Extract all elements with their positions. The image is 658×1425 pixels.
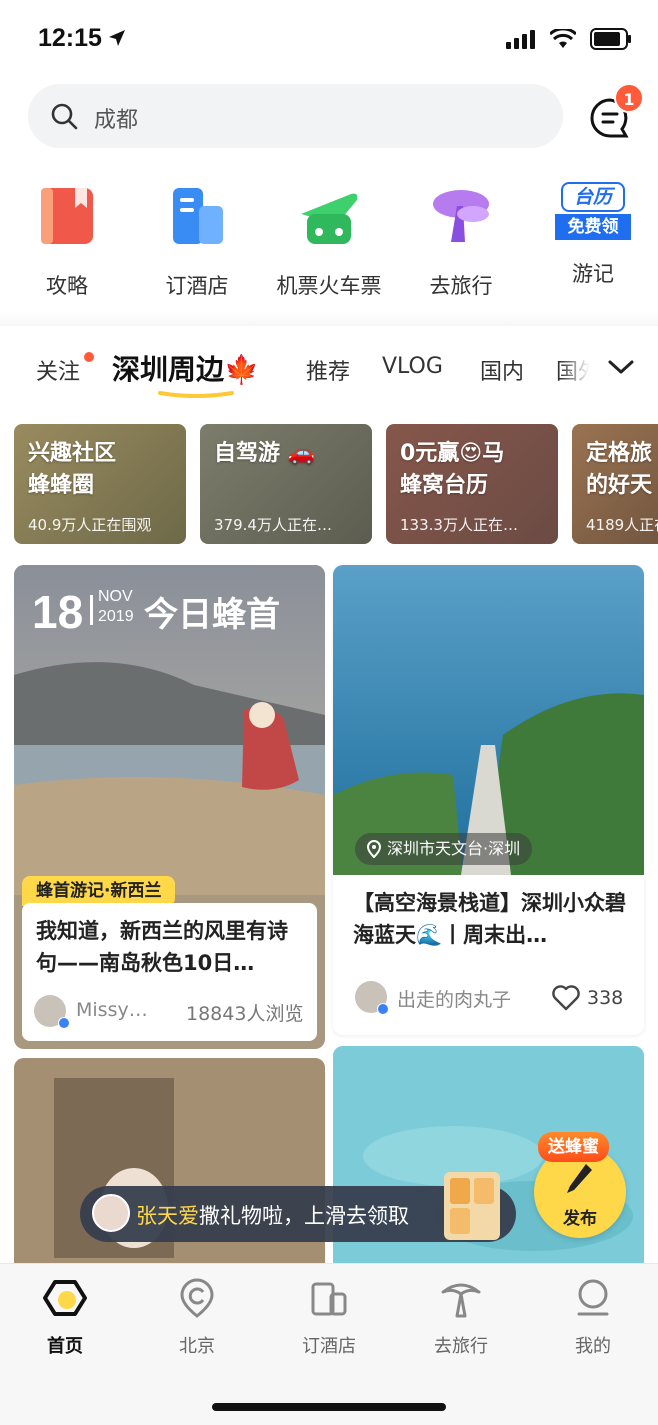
nav-home[interactable]: 首页 [10,1276,120,1358]
celebrity-avatar [92,1194,130,1232]
tab-shenzhen[interactable]: 深圳周边🍁 [112,348,259,388]
palm-tree-icon [441,1283,481,1318]
coastal-photo [333,565,644,875]
heart-icon[interactable] [552,985,580,1011]
calendar-icon: 台历 免费领 [555,178,631,244]
location-chip[interactable]: 深圳市天文台·深圳 [355,833,533,865]
guide-book-icon [41,188,93,244]
hotel-building-icon [173,188,223,244]
topic-card[interactable]: 定格旅 的好天 4189人正在 [572,424,658,544]
view-count: 18843人浏览 [186,1003,304,1025]
tab-underline [158,391,234,398]
channel-tabs: 关注 深圳周边🍁 推荐 VLOG 国内 国外 [0,330,658,410]
featured-title: 我知道，新西兰的风里有诗句——南岛秋色10日… [36,919,288,975]
feed-title: 【高空海景栈道】深圳小众碧海蓝天🌊丨周末出… [353,891,626,947]
gift-banner-text: 张天爱撒礼物啦，上滑去领取 [136,1204,409,1228]
verified-badge-icon [58,1017,70,1029]
nav-travel[interactable]: 去旅行 [406,1276,516,1358]
gift-banner[interactable]: 张天爱撒礼物啦，上滑去领取 [80,1172,516,1242]
entry-travel[interactable]: 去旅行 [396,170,526,300]
message-badge: 1 [614,83,644,113]
battery-icon [590,28,631,50]
status-time: 12:15 [38,24,102,52]
featured-info: 我知道，新西兰的风里有诗句——南岛秋色10日… Missy… 18843人浏览 [22,903,317,1041]
search-icon [51,103,78,130]
search-placeholder: 成都 [94,108,139,133]
status-bar: 12:15 [0,0,658,80]
search-bar[interactable]: 成都 [28,84,563,148]
banner-day: 18 [32,586,84,638]
section-divider [0,312,658,326]
topic-card[interactable]: 兴趣社区 蜂蜂圈 40.9万人正在围观 [14,424,186,544]
home-hive-icon [43,1280,87,1316]
verified-badge-icon [377,1003,389,1015]
entry-hotel[interactable]: 订酒店 [132,170,262,300]
wifi-icon [550,29,576,48]
entry-guide[interactable]: 攻略 [2,170,132,300]
gift-icon [444,1172,500,1240]
status-icons [506,28,632,50]
palm-tree-icon [433,190,489,242]
author-name[interactable]: Missy… [76,999,148,1021]
feed-card-featured[interactable]: 18 NOV 2019 今日蜂首 蜂首游记·新西兰 我知道，新西兰的风里有诗句——… [14,565,325,1049]
banner-divider [90,595,93,625]
topic-card[interactable]: 0元赢😍马 蜂窝台历 133.3万人正在… [386,424,558,544]
topic-cards: 兴趣社区 蜂蜂圈 40.9万人正在围观 自驾游 🚗 379.4万人正在… 0元赢… [14,424,658,548]
tab-domestic[interactable]: 国内 [480,354,524,386]
feed-card[interactable]: 深圳市天文台·深圳 【高空海景栈道】深圳小众碧海蓝天🌊丨周末出… 出走的肉丸子 … [333,565,644,1035]
chevron-down-icon[interactable] [606,356,636,378]
portrait-photo [14,1058,325,1278]
location-arrow-icon [109,30,125,46]
location-pin-icon [180,1278,214,1318]
banner-title: 今日蜂首 [144,595,280,635]
bottom-nav: 首页 北京 订酒店 去旅行 我的 [0,1263,658,1425]
banner-month-year: NOV 2019 [98,588,134,625]
tab-recommend[interactable]: 推荐 [306,354,350,386]
publish-promo-tag: 送蜂蜜 [538,1132,609,1162]
author-name[interactable]: 出走的肉丸子 [397,985,511,1012]
feature-tag: 蜂首游记·新西兰 [22,876,176,906]
profile-icon [577,1279,609,1316]
feed-card[interactable] [14,1058,325,1278]
topic-card[interactable]: 自驾游 🚗 379.4万人正在… [200,424,372,544]
location-pin-icon [367,840,381,858]
entry-flight-train[interactable]: 机票火车票 [264,170,394,300]
hotel-icon [311,1282,347,1316]
tab-follow[interactable]: 关注 [36,354,80,386]
like-count: 338 [587,987,624,1009]
nav-hotel[interactable]: 订酒店 [274,1276,384,1358]
pencil-icon [567,1164,592,1193]
nav-profile[interactable]: 我的 [538,1276,648,1358]
quick-entries: 攻略 订酒店 机票火车票 去旅行 台历 免费领 游记 [0,170,658,310]
nav-city[interactable]: 北京 [142,1276,252,1358]
entry-travelogue[interactable]: 台历 免费领 游记 [528,170,658,288]
signal-icon [506,30,535,49]
home-indicator [212,1403,446,1411]
follow-dot [84,352,94,362]
flight-train-icon [301,193,358,244]
tab-vlog[interactable]: VLOG [382,354,443,379]
